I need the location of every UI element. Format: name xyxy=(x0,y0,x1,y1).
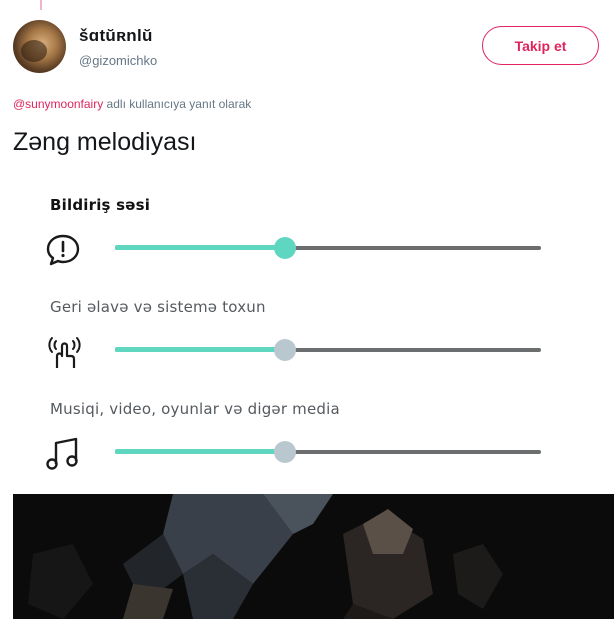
slider-fill xyxy=(115,245,286,250)
slider-thumb[interactable] xyxy=(274,339,297,361)
author-display-name[interactable]: šɑtŭʀnlŭ xyxy=(79,26,153,46)
notification-volume-slider[interactable] xyxy=(115,237,541,259)
sound-settings-screenshot: Bildiriş səsi Geri əlavə və sistemə toxu… xyxy=(13,176,614,494)
slider-fill xyxy=(115,347,286,352)
reply-context-text: adlı kullanıcıya yanıt olarak xyxy=(103,97,252,111)
slider-thumb[interactable] xyxy=(274,237,297,259)
tweet-text: Zəng melodiyası xyxy=(13,128,197,156)
avatar[interactable] xyxy=(13,20,66,73)
reply-context: @sunymoonfairy adlı kullanıcıya yanıt ol… xyxy=(13,97,251,111)
touch-feedback-label: Geri əlavə və sistemə toxun xyxy=(50,298,266,316)
slider-fill xyxy=(115,449,286,454)
tweet-media-image[interactable]: Bildiriş səsi Geri əlavə və sistemə toxu… xyxy=(13,176,614,619)
notification-alert-icon xyxy=(43,230,83,270)
reply-mention-link[interactable]: @sunymoonfairy xyxy=(13,97,103,111)
music-note-icon xyxy=(43,434,83,474)
touch-vibration-icon xyxy=(43,332,83,372)
slider-thumb[interactable] xyxy=(274,441,297,463)
author-username[interactable]: @gizomichko xyxy=(79,53,157,68)
follow-button[interactable]: Takip et xyxy=(482,26,599,65)
touch-feedback-volume-slider[interactable] xyxy=(115,339,541,361)
media-volume-slider[interactable] xyxy=(115,441,541,463)
tweet-header: šɑtŭʀnlŭ @gizomichko Takip et xyxy=(13,20,603,80)
avatar-photo-detail xyxy=(21,40,47,62)
thread-connector-line xyxy=(40,0,42,10)
dark-polygon-artwork xyxy=(13,494,614,619)
media-sound-label: Musiqi, video, oyunlar və digər media xyxy=(50,400,340,418)
notification-sound-label: Bildiriş səsi xyxy=(50,196,151,214)
